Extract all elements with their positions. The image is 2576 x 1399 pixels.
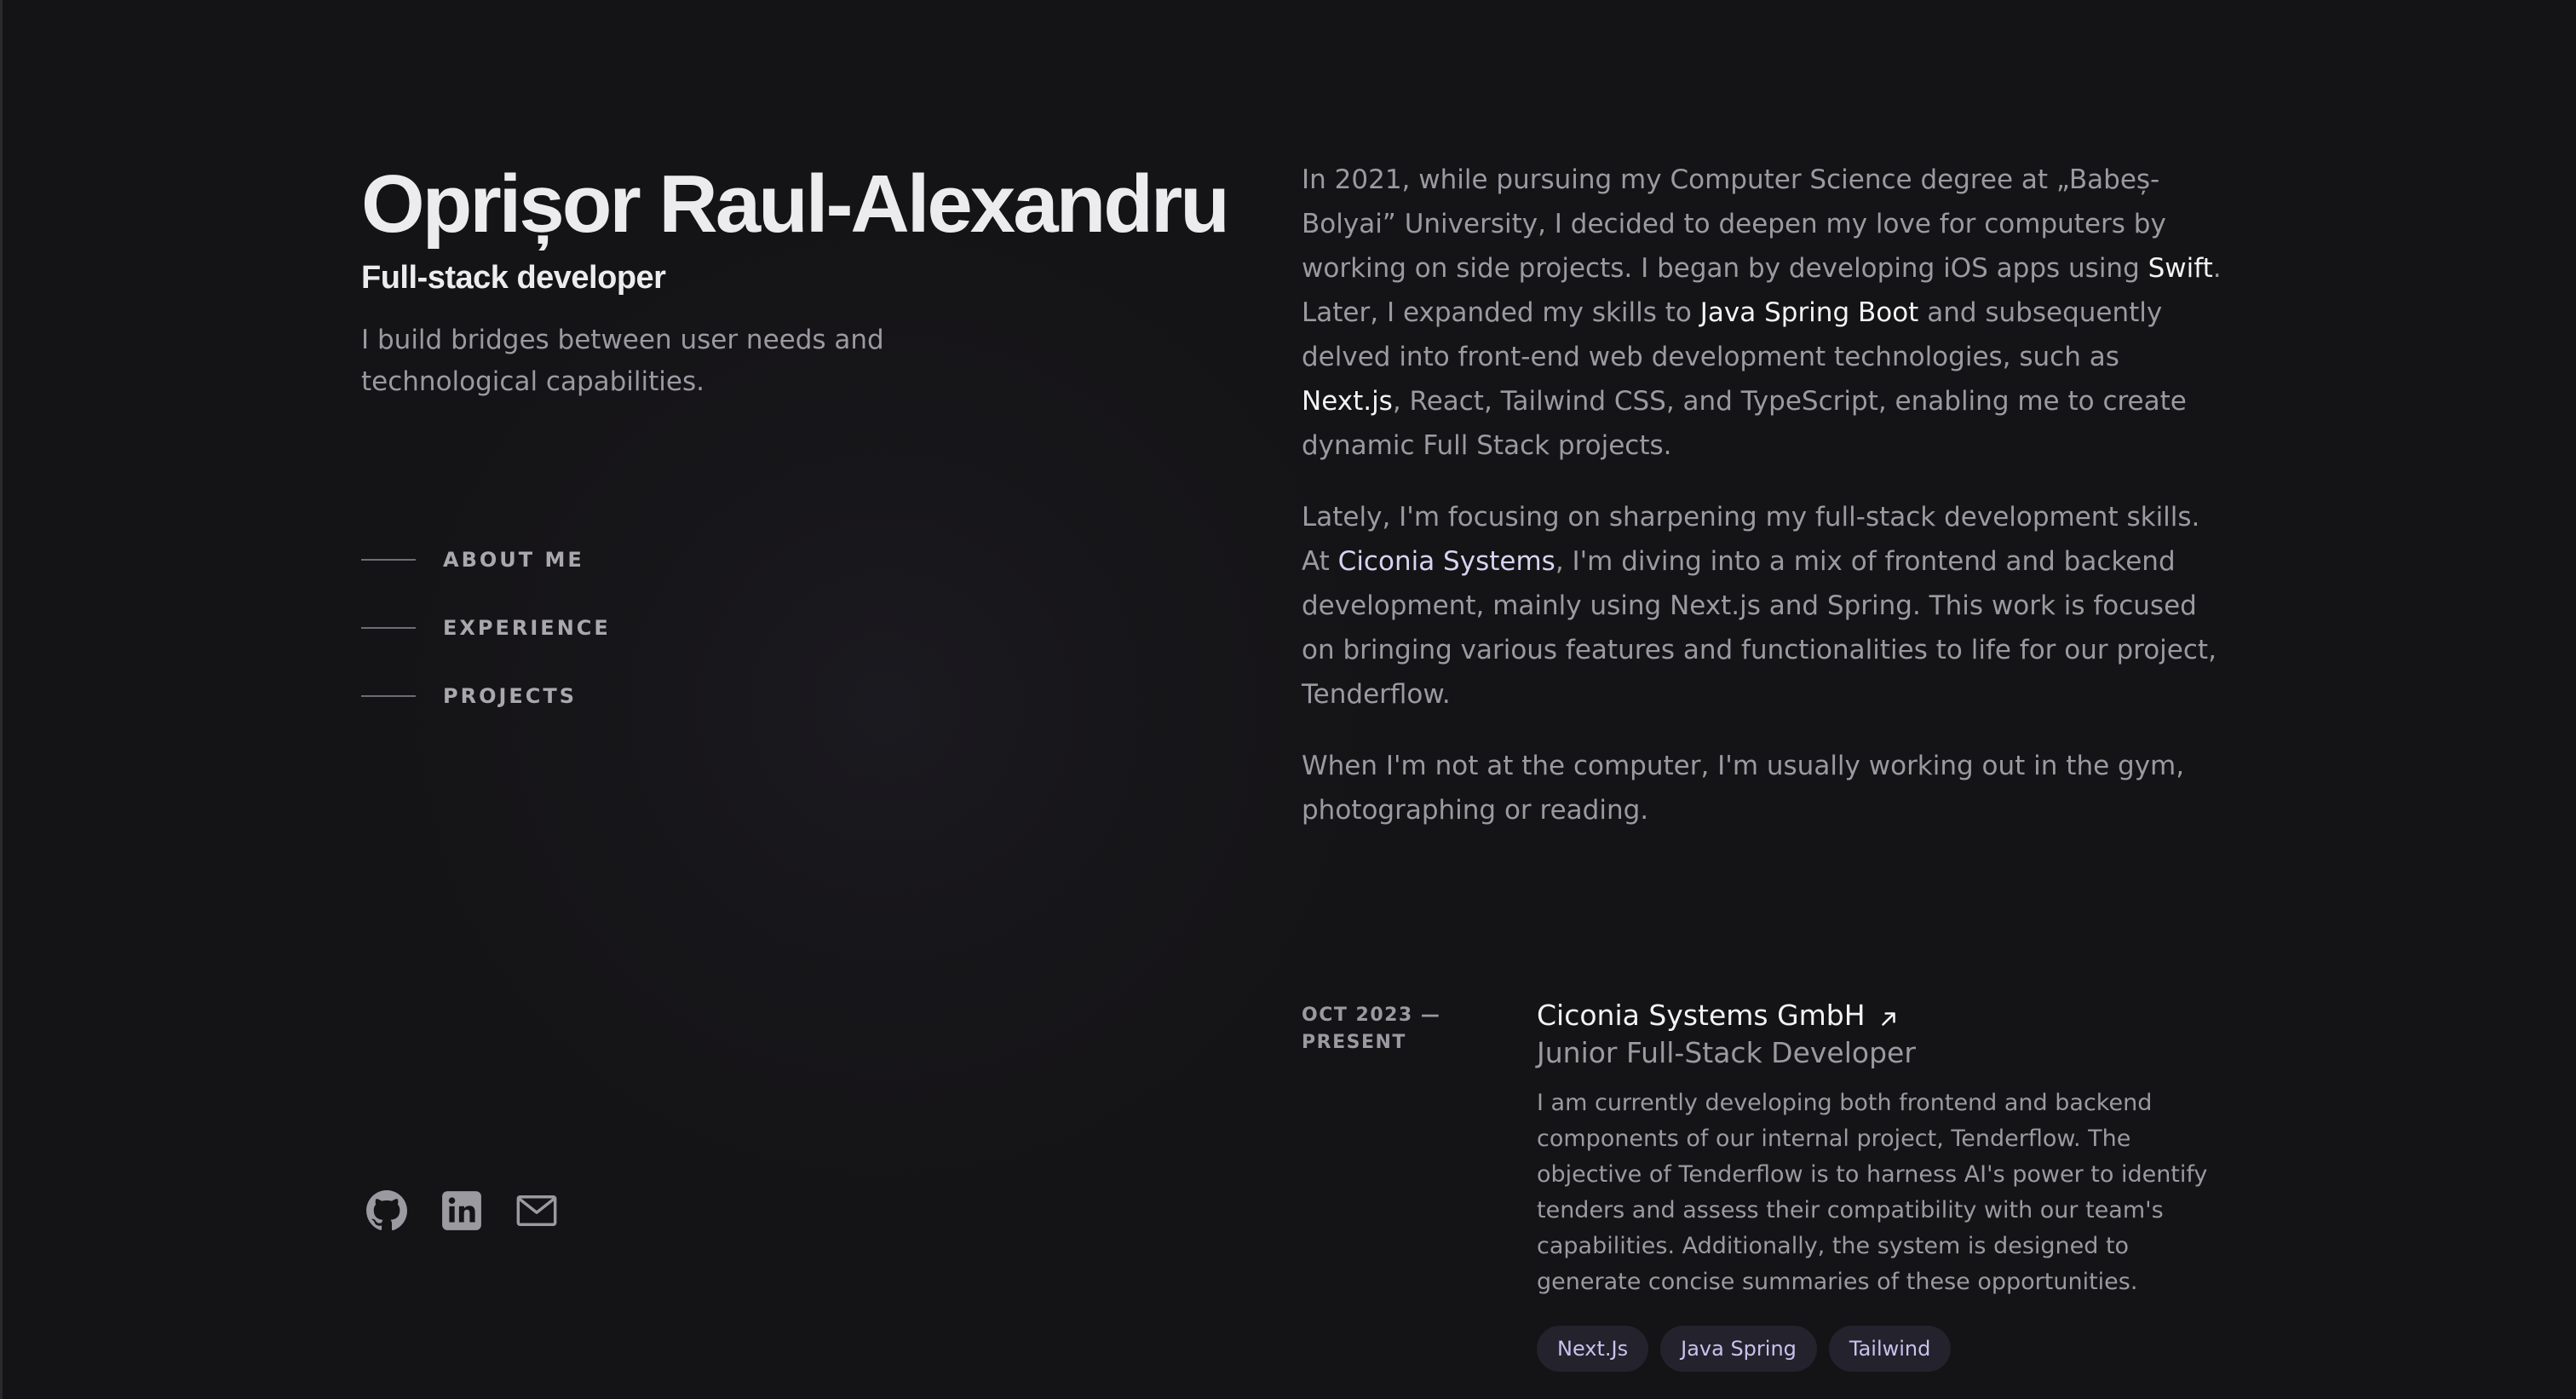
mail-icon xyxy=(516,1195,557,1226)
company-link[interactable]: Ciconia Systems xyxy=(1338,546,1555,577)
nav-indicator-line xyxy=(361,627,416,629)
experience-company-link[interactable]: Ciconia Systems GmbH xyxy=(1537,997,2218,1034)
highlight-nextjs: Next.js xyxy=(1302,386,1393,417)
tech-tags: Next.Js Java Spring Tailwind xyxy=(1537,1326,2218,1372)
email-link[interactable] xyxy=(515,1189,559,1233)
github-link[interactable] xyxy=(365,1189,409,1233)
nav-item-experience[interactable]: EXPERIENCE xyxy=(361,609,611,647)
experience-role: Junior Full-Stack Developer xyxy=(1537,1036,1916,1069)
experience-body: Ciconia Systems GmbH Junior Full-Stack D… xyxy=(1537,997,2218,1372)
about-paragraph: Lately, I'm focusing on sharpening my fu… xyxy=(1302,495,2222,717)
experience-company: Ciconia Systems GmbH xyxy=(1537,999,1866,1032)
job-title: Full-stack developer xyxy=(361,260,666,296)
linkedin-link[interactable] xyxy=(440,1189,484,1233)
section-nav: ABOUT ME EXPERIENCE PROJECTS xyxy=(361,541,611,746)
nav-indicator-line xyxy=(361,559,416,561)
about-text: In 2021, while pursuing my Computer Scie… xyxy=(1302,164,2166,284)
portfolio-page: Oprișor Raul-Alexandru Full-stack develo… xyxy=(0,0,2576,1399)
window-edge xyxy=(0,0,3,1399)
nav-item-projects[interactable]: PROJECTS xyxy=(361,677,611,715)
highlight-spring: Java Spring Boot xyxy=(1699,297,1919,328)
social-links xyxy=(365,1189,559,1233)
nav-item-about[interactable]: ABOUT ME xyxy=(361,541,611,579)
tagline: I build bridges between user needs and t… xyxy=(361,325,884,397)
experience-description: I am currently developing both frontend … xyxy=(1537,1090,2208,1295)
nav-item-label: PROJECTS xyxy=(443,684,578,708)
nav-indicator-line xyxy=(361,695,416,697)
nav-item-label: ABOUT ME xyxy=(443,548,584,572)
highlight-swift: Swift xyxy=(2148,253,2213,284)
linkedin-icon xyxy=(442,1191,481,1230)
experience-date: OCT 2023 — PRESENT xyxy=(1302,1005,1441,1053)
external-arrow-icon xyxy=(1881,1012,1895,1026)
github-icon xyxy=(366,1190,407,1231)
tech-tag: Java Spring xyxy=(1660,1326,1817,1372)
nav-item-label: EXPERIENCE xyxy=(443,616,611,640)
tech-tag: Next.Js xyxy=(1537,1326,1649,1372)
header: Oprișor Raul-Alexandru Full-stack develo… xyxy=(361,158,1256,403)
about-paragraph: In 2021, while pursuing my Computer Scie… xyxy=(1302,158,2222,468)
page-title: Oprișor Raul-Alexandru xyxy=(361,158,1230,250)
about-section: In 2021, while pursuing my Computer Scie… xyxy=(1302,158,2222,860)
about-paragraph: When I'm not at the computer, I'm usuall… xyxy=(1302,751,2185,826)
about-text: , React, Tailwind CSS, and TypeScript, e… xyxy=(1302,386,2187,461)
tech-tag: Tailwind xyxy=(1828,1326,1952,1372)
